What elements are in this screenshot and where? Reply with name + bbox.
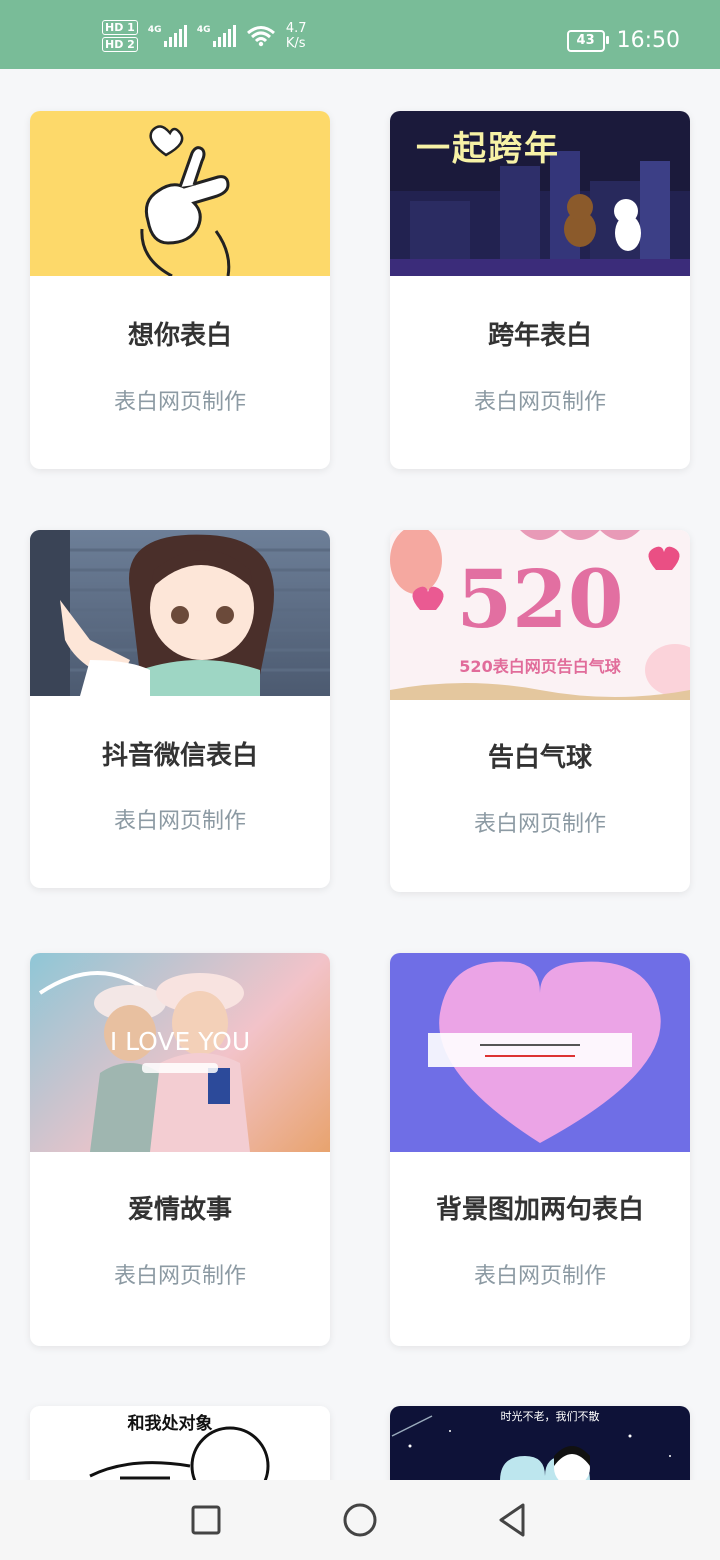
battery-level: 43 xyxy=(576,32,595,48)
card-subtitle: 表白网页制作 xyxy=(113,390,246,415)
card-thumbnail xyxy=(390,953,690,1152)
thumbnail-caption: I LOVE YOU xyxy=(109,1027,251,1056)
card-subtitle: 表白网页制作 xyxy=(113,1264,246,1289)
home-button[interactable] xyxy=(340,1500,380,1540)
card-title: 告白气球 xyxy=(487,743,592,773)
card-beijingtu[interactable]: 背景图加两句表白 表白网页制作 xyxy=(390,953,690,1346)
card-douyin[interactable]: 抖音微信表白 表白网页制作 xyxy=(30,530,330,888)
recent-apps-icon xyxy=(191,1505,221,1535)
heart-finger-icon xyxy=(140,125,231,276)
card-title: 背景图加两句表白 xyxy=(435,1195,644,1225)
signal-1-icon: 4G xyxy=(148,25,187,47)
card-thumbnail: 和我处对象 xyxy=(30,1406,330,1480)
card-title: 抖音微信表白 xyxy=(101,741,258,771)
card-kuanian[interactable]: 一起跨年 跨年表白 表白网页制作 xyxy=(390,111,690,469)
clock: 16:50 xyxy=(616,28,680,53)
card-shiguang[interactable]: 时光不老，我们不散 xyxy=(390,1406,690,1480)
back-button[interactable] xyxy=(492,1500,532,1540)
card-thumbnail xyxy=(30,530,330,696)
battery-icon: 43 xyxy=(566,29,609,52)
thumbnail-number: 520 xyxy=(456,552,624,646)
navigation-bar xyxy=(0,1480,720,1560)
thumbnail-caption: 和我处对象 xyxy=(127,1414,213,1434)
hd1-badge: HD 1 xyxy=(102,20,138,35)
card-thumbnail: 520 520表白网页告白气球 xyxy=(390,530,690,700)
card-title: 想你表白 xyxy=(127,321,232,351)
card-grid: 想你表白 表白网页制作 一起跨年 跨年表白 表白网页制作 抖音微信表白 表白网页… xyxy=(0,69,720,1480)
anime-girl-image xyxy=(30,530,330,696)
card-title: 跨年表白 xyxy=(487,321,592,351)
network-speed: 4.7 K/s xyxy=(286,21,307,51)
card-subtitle: 表白网页制作 xyxy=(473,1264,606,1289)
recent-apps-button[interactable] xyxy=(186,1500,226,1540)
card-xiangni[interactable]: 想你表白 表白网页制作 xyxy=(30,111,330,469)
signal-2-icon: 4G xyxy=(197,25,236,47)
card-thumbnail: I LOVE YOU xyxy=(30,953,330,1152)
card-title: 爱情故事 xyxy=(127,1195,232,1225)
card-aiqing-gushi[interactable]: I LOVE YOU 爱情故事 表白网页制作 xyxy=(30,953,330,1346)
card-thumbnail xyxy=(30,111,330,276)
thumbnail-caption: 520表白网页告白气球 xyxy=(459,657,621,676)
card-subtitle: 表白网页制作 xyxy=(473,390,606,415)
card-thumbnail: 一起跨年 xyxy=(390,111,690,276)
network-2-label: 4G xyxy=(196,25,211,35)
status-bar: HD 1 HD 2 4G 4G 4.7 K/s 43 16:50 xyxy=(0,0,720,69)
wifi-icon xyxy=(246,26,275,47)
network-1-label: 4G xyxy=(147,25,162,35)
card-subtitle: 表白网页制作 xyxy=(473,812,606,837)
thumbnail-caption: 时光不老，我们不散 xyxy=(500,1410,600,1423)
cotton-candy-heart-image xyxy=(428,961,661,1143)
status-right: 43 16:50 xyxy=(566,28,680,53)
card-gaobai-qiqiu[interactable]: 520 520表白网页告白气球 告白气球 表白网页制作 xyxy=(390,530,690,892)
hd-indicators: HD 1 HD 2 xyxy=(102,20,138,52)
hd2-badge: HD 2 xyxy=(102,37,138,52)
back-icon xyxy=(499,1503,525,1537)
home-icon xyxy=(343,1503,377,1537)
card-subtitle: 表白网页制作 xyxy=(113,809,246,834)
status-left: HD 1 HD 2 4G 4G 4.7 K/s xyxy=(102,20,307,52)
card-chu-duixiang[interactable]: 和我处对象 xyxy=(30,1406,330,1480)
speed-value: 4.7 xyxy=(285,21,307,36)
card-thumbnail: 时光不老，我们不散 xyxy=(390,1406,690,1480)
thumbnail-caption: 一起跨年 xyxy=(416,129,560,169)
speed-unit: K/s xyxy=(285,36,306,51)
